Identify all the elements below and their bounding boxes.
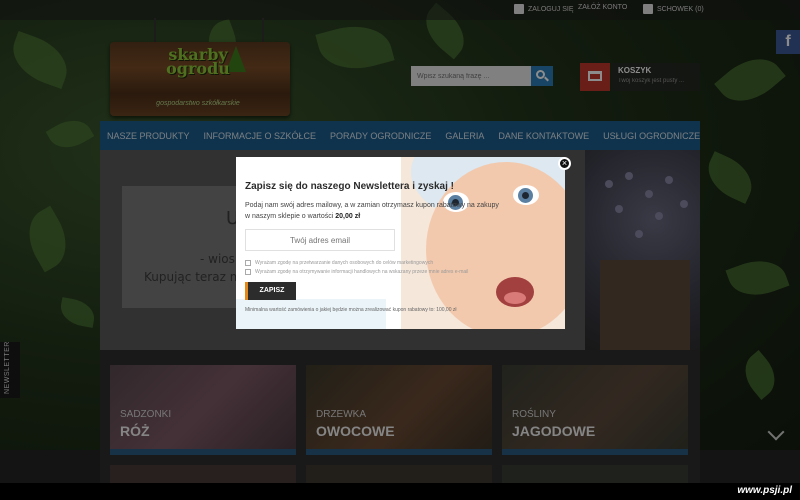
consent-row-data: Wyrażam zgodę na przetwarzanie danych os…	[245, 260, 433, 266]
watermark: www.psji.pl	[737, 485, 792, 496]
consent-info-checkbox[interactable]	[245, 269, 251, 275]
consent-data-checkbox[interactable]	[245, 260, 251, 266]
consent-row-info: Wyrażam zgodę na otrzymywanie informacji…	[245, 269, 468, 275]
close-icon[interactable]: ×	[558, 157, 571, 170]
newsletter-modal: Zapisz się do naszego Newslettera i zysk…	[236, 157, 565, 329]
email-field[interactable]	[245, 229, 395, 251]
subscribe-button[interactable]: ZAPISZ	[245, 282, 296, 300]
footer-strip	[0, 483, 800, 500]
modal-title: Zapisz się do naszego Newslettera i zysk…	[245, 181, 454, 192]
discount-amount: 20,00 zł	[335, 213, 361, 220]
minimum-order-note: Minimalna wartość zamówienia o jakiej bę…	[245, 307, 457, 313]
modal-description: Podaj nam swój adres mailowy, a w zamian…	[245, 202, 499, 220]
